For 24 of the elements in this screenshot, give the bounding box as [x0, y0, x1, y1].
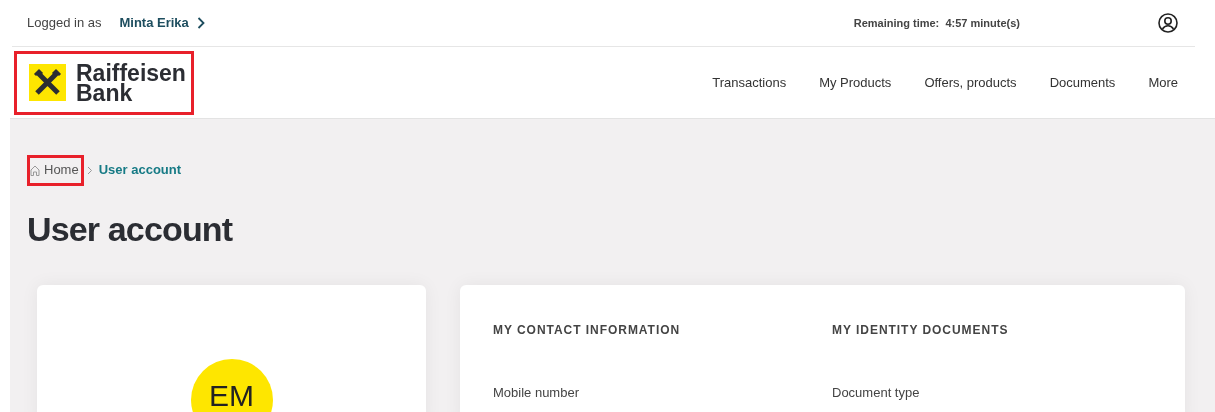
home-link[interactable]: Home [27, 154, 84, 186]
nav-link[interactable]: Transactions [712, 72, 787, 93]
home-icon [30, 164, 40, 176]
logo-text: Raiffeisen [76, 62, 186, 83]
breadcrumb-link[interactable]: User account [95, 154, 187, 186]
user-icon[interactable] [1158, 13, 1178, 33]
page-title: User account [27, 209, 234, 249]
nav-link[interactable]: My Products [819, 72, 892, 93]
nav-link[interactable]: Documents [1049, 72, 1116, 93]
nav-link[interactable]: Offers, products [924, 72, 1017, 93]
logo-mark-icon [29, 64, 66, 101]
bank-logo[interactable]: Raiffeisen Bank [14, 50, 194, 115]
field-label: Mobile number [493, 384, 580, 402]
section-heading: MY IDENTITY DOCUMENTS [832, 322, 1010, 339]
section-heading: MY CONTACT INFORMATION [493, 322, 682, 339]
user-name-link[interactable]: Minta Erika [119, 13, 205, 33]
chevron-right-icon [86, 165, 93, 175]
avatar-initials: EM [190, 359, 273, 412]
logo-text: Bank [76, 82, 133, 103]
nav-link[interactable]: More [1148, 72, 1178, 93]
logged-in-label: Logged in as [27, 14, 102, 33]
chevron-right-icon [196, 17, 205, 29]
field-label: Document type [832, 384, 921, 402]
remaining-time: Remaining time: 4:57 minute(s) [853, 15, 1020, 31]
